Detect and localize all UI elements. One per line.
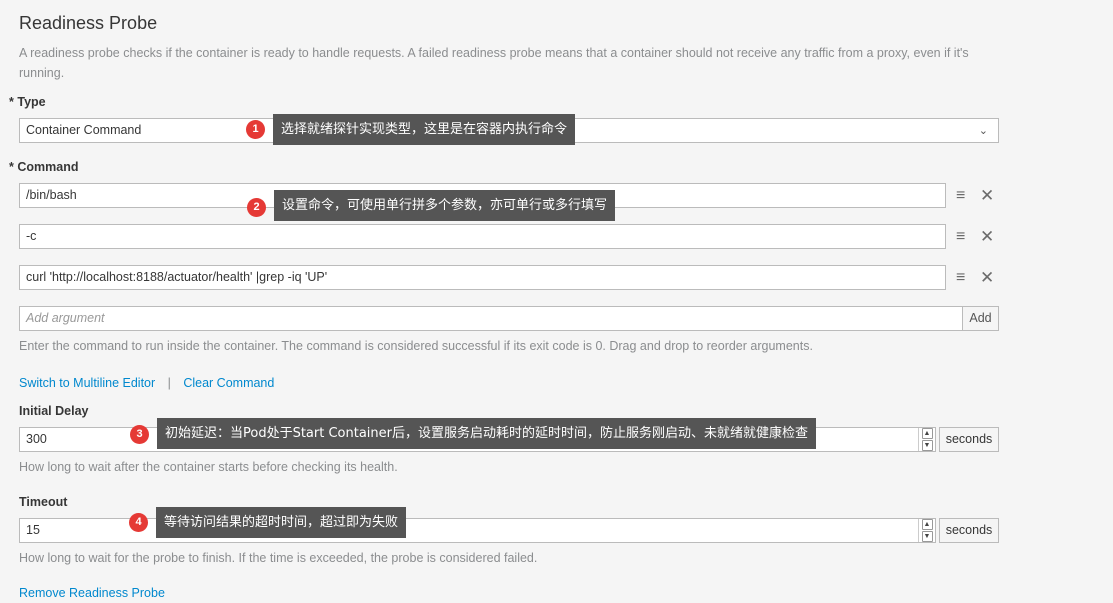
drag-handle-icon[interactable]: ≡ (956, 265, 965, 290)
command-label: * Command (9, 160, 78, 174)
annotation-badge: 4 (129, 513, 148, 532)
required-mark: * (9, 95, 14, 109)
switch-multiline-link[interactable]: Switch to Multiline Editor (19, 376, 155, 390)
remove-arg-icon[interactable]: ✕ (980, 224, 994, 249)
required-mark: * (9, 160, 14, 174)
stepper-up-icon[interactable]: ▲ (921, 427, 933, 439)
command-arg-input[interactable]: curl 'http://localhost:8188/actuator/hea… (19, 265, 946, 290)
type-select-value: Container Command (26, 123, 142, 137)
timeout-unit: seconds (939, 518, 999, 543)
type-label-text: Type (17, 95, 46, 109)
command-links: Switch to Multiline Editor | Clear Comma… (19, 374, 274, 392)
drag-handle-icon[interactable]: ≡ (956, 224, 965, 249)
timeout-stepper[interactable]: ▲ ▼ (918, 518, 935, 542)
timeout-label: Timeout (19, 495, 68, 509)
initial-delay-value: 300 (26, 432, 47, 446)
section-description: A readiness probe checks if the containe… (19, 46, 969, 80)
stepper-down-icon[interactable]: ▼ (921, 439, 933, 451)
add-argument-input[interactable]: Add argument (19, 306, 963, 331)
annotation-tooltip: 等待访问结果的超时时间，超过即为失败 (156, 507, 407, 538)
type-label: * Type (9, 95, 46, 109)
stepper-up-icon[interactable]: ▲ (921, 518, 933, 530)
drag-handle-icon[interactable]: ≡ (956, 183, 965, 208)
timeout-value: 15 (26, 523, 40, 537)
add-argument-button[interactable]: Add (962, 306, 999, 331)
annotation-badge: 1 (246, 120, 265, 139)
command-label-text: Command (17, 160, 79, 174)
annotation-tooltip: 选择就绪探针实现类型，这里是在容器内执行命令 (273, 114, 576, 145)
annotation-tooltip: 初始延迟：当Pod处于Start Container后，设置服务启动耗时的延时时… (157, 418, 816, 449)
stepper-down-icon[interactable]: ▼ (921, 530, 933, 542)
clear-command-link[interactable]: Clear Command (183, 376, 274, 390)
remove-readiness-probe-link[interactable]: Remove Readiness Probe (19, 586, 165, 600)
remove-arg-icon[interactable]: ✕ (980, 265, 994, 290)
initial-delay-stepper[interactable]: ▲ ▼ (918, 427, 935, 451)
initial-delay-unit: seconds (939, 427, 999, 452)
command-help: Enter the command to run inside the cont… (19, 339, 813, 353)
annotation-tooltip: 设置命令，可使用单行拼多个参数，亦可单行或多行填写 (274, 190, 616, 221)
timeout-help: How long to wait for the probe to finish… (19, 551, 538, 565)
remove-arg-icon[interactable]: ✕ (980, 183, 994, 208)
link-separator: | (167, 376, 171, 390)
initial-delay-label: Initial Delay (19, 404, 89, 418)
initial-delay-help: How long to wait after the container sta… (19, 460, 398, 474)
annotation-badge: 3 (130, 425, 149, 444)
add-argument-placeholder: Add argument (26, 311, 105, 325)
command-arg-input[interactable]: -c (19, 224, 946, 249)
annotation-badge: 2 (247, 198, 266, 217)
section-title: Readiness Probe (19, 13, 158, 33)
chevron-down-icon: ⌄ (978, 125, 988, 137)
